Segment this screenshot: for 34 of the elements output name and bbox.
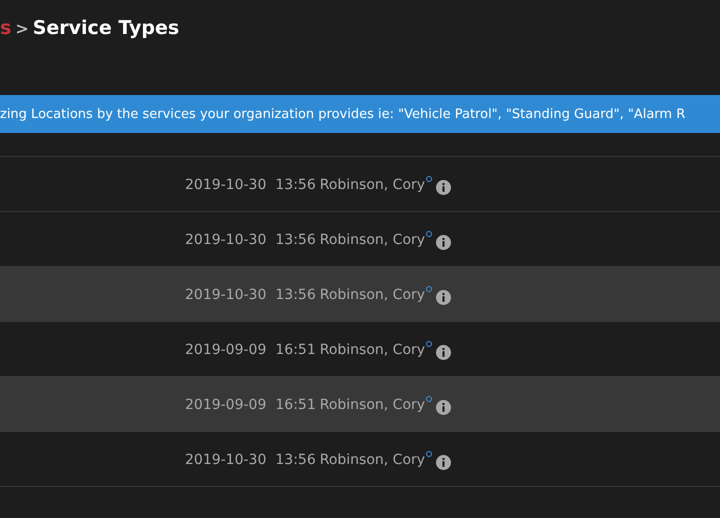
modified-time: 13:56 (275, 287, 316, 303)
status-dot-icon (426, 396, 432, 402)
modified-date: 2019-10-30 (185, 452, 266, 468)
status-dot-icon (426, 286, 432, 292)
status-dot-icon (426, 451, 432, 457)
info-icon[interactable] (436, 344, 452, 360)
modified-date: 2019-09-09 (185, 342, 266, 358)
info-icon[interactable] (436, 290, 452, 304)
user-name: Robinson, Cory (320, 397, 426, 413)
page-title: Service Types (32, 17, 180, 39)
modified-time: 13:56 (275, 177, 316, 193)
user-name: Robinson, Cory (320, 177, 426, 193)
modified-time: 16:51 (275, 342, 316, 358)
modified-time: 16:51 (275, 397, 316, 413)
modified-date: 2019-10-30 (185, 287, 266, 303)
info-icon[interactable] (436, 400, 452, 414)
modified-date: 2019-10-30 (185, 232, 266, 248)
modified-date: 2019-10-30 (185, 177, 266, 193)
user-name: Robinson, Cory (320, 342, 426, 358)
modified-time: 13:56 (275, 452, 316, 468)
user-name: Robinson, Cory (320, 287, 426, 303)
status-dot-icon (426, 176, 432, 182)
modified-date: 2019-09-09 (185, 397, 266, 413)
info-icon[interactable] (436, 180, 452, 194)
user-name: Robinson, Cory (320, 232, 426, 248)
breadcrumb-link[interactable]: s (0, 17, 12, 39)
status-dot-icon (426, 341, 432, 347)
info-icon[interactable] (436, 234, 452, 250)
modified-time: 13:56 (275, 232, 316, 248)
info-icon[interactable] (436, 454, 452, 470)
user-name: Robinson, Cory (320, 452, 426, 468)
breadcrumb-separator: > (15, 18, 29, 38)
info-banner: zing Locations by the services your organization provides ie: "Vehicle Patrol", "Standing Guard", "Alarm R (0, 95, 720, 133)
status-dot-icon (426, 231, 432, 237)
